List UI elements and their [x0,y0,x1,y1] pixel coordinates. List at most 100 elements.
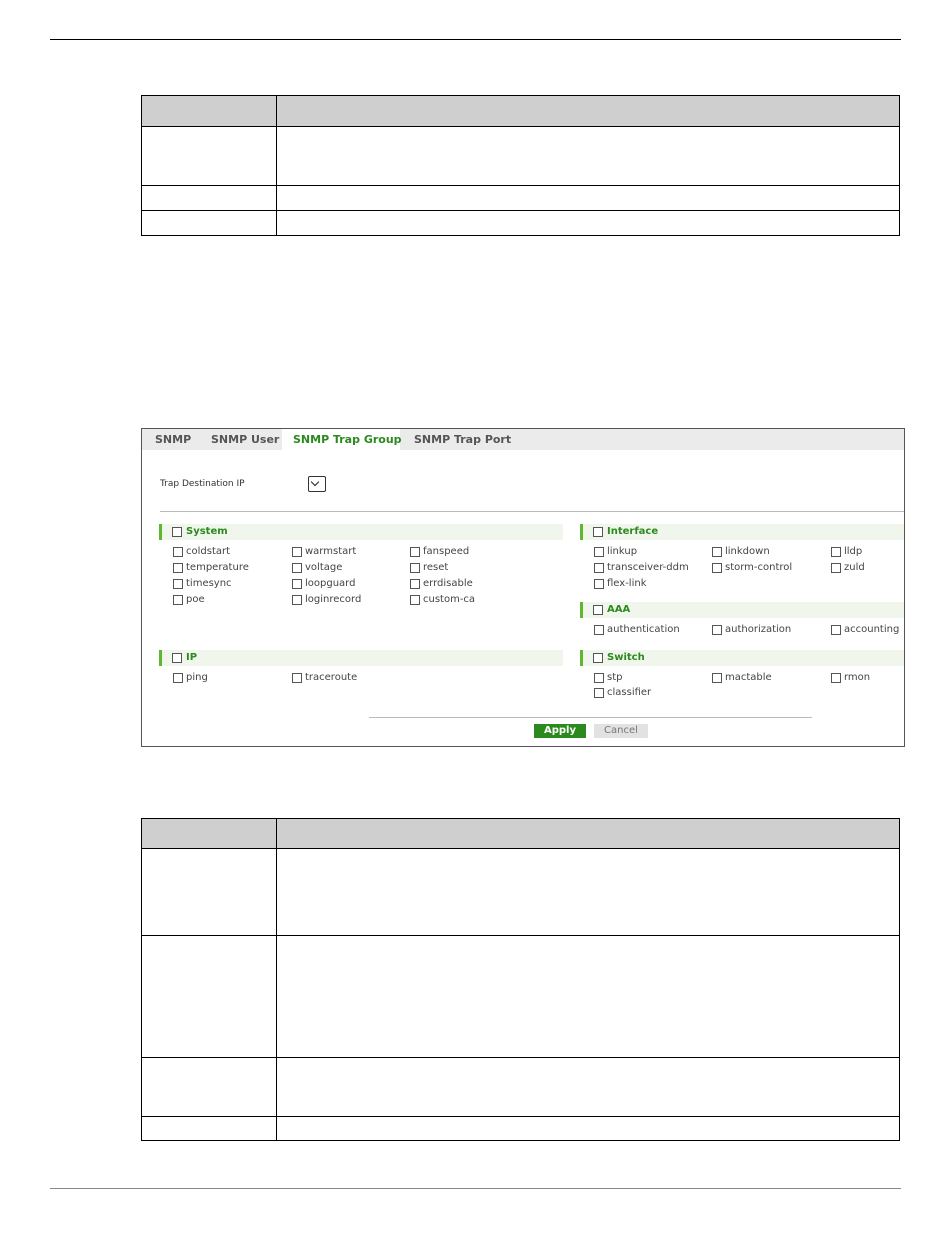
tab-bar: SNMP SNMP User SNMP Trap Group SNMP Trap… [142,429,904,450]
option-label: linkup [607,546,638,557]
option-label: fanspeed [423,546,470,557]
tab-snmp-trap-port[interactable]: SNMP Trap Port [414,429,511,450]
checkbox[interactable] [831,563,841,573]
section-title: Switch [607,652,645,663]
checkbox[interactable] [410,563,420,573]
section-bar [580,602,583,618]
checkbox[interactable] [173,595,183,605]
interface-select-all-checkbox[interactable] [593,527,603,537]
option-label: linkdown [725,546,770,557]
option-label: accounting [844,624,900,635]
checkbox[interactable] [292,547,302,557]
option-label: errdisable [423,578,473,589]
option-label: authentication [607,624,680,635]
section-bar [580,650,583,666]
option-label: coldstart [186,546,231,557]
option-label: stp [607,672,623,683]
checkbox[interactable] [292,579,302,589]
apply-button[interactable]: Apply [534,724,586,738]
trap-destination-ip-label: Trap Destination IP [160,479,245,489]
option-label: loginrecord [305,594,362,605]
tab-snmp-user[interactable]: SNMP User [211,429,279,450]
checkbox[interactable] [831,673,841,683]
option-label: timesync [186,578,232,589]
checkbox[interactable] [831,625,841,635]
checkbox[interactable] [410,595,420,605]
section-bar [580,524,583,540]
checkbox[interactable] [831,547,841,557]
option-label: voltage [305,562,343,573]
table-row [141,1116,900,1141]
option-label: warmstart [305,546,357,557]
section-bar [159,650,162,666]
checkbox[interactable] [173,673,183,683]
checkbox[interactable] [292,563,302,573]
checkbox[interactable] [173,563,183,573]
table-row [141,1057,900,1117]
option-label: loopguard [305,578,356,589]
checkbox[interactable] [594,563,604,573]
chevron-down-icon [310,477,320,487]
tab-snmp-trap-group[interactable]: SNMP Trap Group [282,429,402,450]
table-row [141,126,900,186]
option-label: transceiver-ddm [607,562,689,573]
option-label: reset [423,562,449,573]
bottom-divider [369,717,812,718]
checkbox[interactable] [712,625,722,635]
table-row [141,185,900,211]
table-header-row [141,818,900,849]
section-switch: Switch [580,650,904,666]
checkbox[interactable] [594,547,604,557]
option-label: zuld [844,562,865,573]
checkbox[interactable] [173,579,183,589]
system-select-all-checkbox[interactable] [172,527,182,537]
checkbox[interactable] [594,579,604,589]
checkbox[interactable] [712,547,722,557]
table-header-row [141,95,900,127]
option-label: custom-ca [423,594,476,605]
header-rule [50,39,901,40]
section-interface: Interface [580,524,904,540]
checkbox[interactable] [712,563,722,573]
checkbox[interactable] [594,625,604,635]
bottom-table [141,818,900,1141]
switch-select-all-checkbox[interactable] [593,653,603,663]
top-divider [160,511,904,512]
section-title: IP [186,652,198,663]
option-label: rmon [844,672,871,683]
option-label: authorization [725,624,792,635]
checkbox[interactable] [410,579,420,589]
section-title: System [186,526,228,537]
option-label: poe [186,594,205,605]
section-title: Interface [607,526,659,537]
footer-rule [50,1188,901,1189]
checkbox[interactable] [410,547,420,557]
section-ip: IP [159,650,563,666]
option-label: storm-control [725,562,793,573]
checkbox[interactable] [173,547,183,557]
option-label: mactable [725,672,772,683]
section-bar [159,524,162,540]
checkbox[interactable] [594,688,604,698]
option-label: lldp [844,546,863,557]
option-label: flex-link [607,578,647,589]
top-table [141,95,900,236]
checkbox[interactable] [712,673,722,683]
table-row [141,210,900,236]
option-label: classifier [607,687,652,698]
snmp-trap-group-panel: SNMP SNMP User SNMP Trap Group SNMP Trap… [141,428,905,747]
aaa-select-all-checkbox[interactable] [593,605,603,615]
option-label: temperature [186,562,249,573]
cancel-button[interactable]: Cancel [594,724,648,738]
checkbox[interactable] [594,673,604,683]
section-aaa: AAA [580,602,904,618]
section-system: System [159,524,563,540]
trap-destination-ip-select[interactable] [308,476,326,492]
ip-select-all-checkbox[interactable] [172,653,182,663]
option-label: ping [186,672,208,683]
checkbox[interactable] [292,595,302,605]
option-label: traceroute [305,672,358,683]
table-row [141,935,900,1058]
checkbox[interactable] [292,673,302,683]
tab-snmp[interactable]: SNMP [155,429,191,450]
